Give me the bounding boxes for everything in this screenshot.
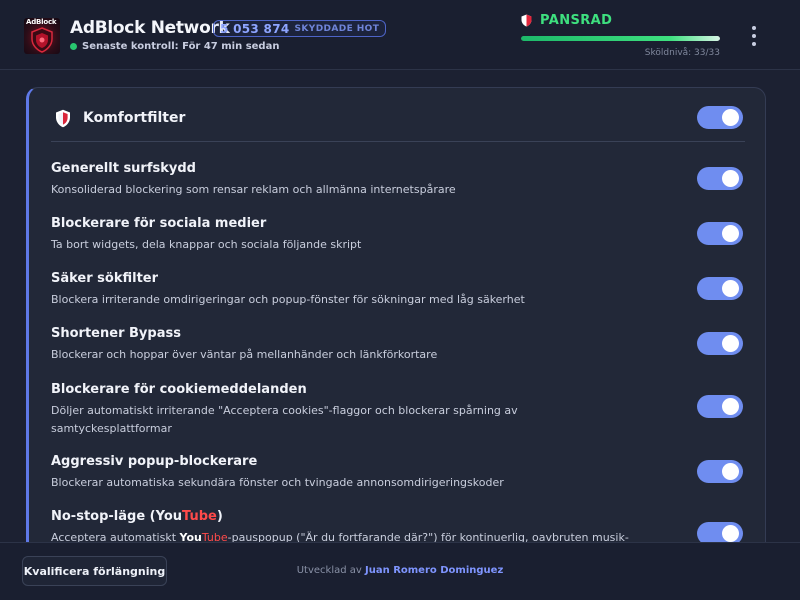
last-check-status: Senaste kontroll: För 47 min sedan	[70, 41, 279, 52]
blocked-count: 5 053 874	[220, 21, 290, 36]
card-header: Komfortfilter	[51, 106, 745, 142]
filter-title: No-stop-läge (YouTube)	[51, 508, 745, 526]
filter-description-prefix: Acceptera automatiskt	[51, 531, 180, 542]
blocked-count-label: SKYDDADE HOT	[294, 23, 380, 34]
logo-text: AdBlock	[26, 18, 57, 26]
toggle-safe-search-filter[interactable]	[697, 277, 743, 300]
toggle-aggressive-popup-blocker[interactable]	[697, 460, 743, 483]
filter-list-scroll-area[interactable]: Komfortfilter Generellt surfskydd Konsol…	[0, 71, 800, 542]
shield-level-fill	[521, 36, 720, 41]
filter-row: Säker sökfilter Blockera irriterande omd…	[51, 270, 745, 309]
filter-title: Blockerare för cookiemeddelanden	[51, 382, 307, 397]
filter-description: Acceptera automatiskt YouTube-pauspopup …	[51, 529, 651, 542]
developer-link[interactable]: Juan Romero Dominguez	[365, 565, 503, 576]
filter-description: Ta bort widgets, dela knappar och social…	[51, 238, 362, 251]
filter-description: Blockerar automatiska sekundära fönster …	[51, 476, 504, 489]
toggle-no-stop-mode[interactable]	[697, 522, 743, 542]
filter-title-prefix: No-stop-läge (You	[51, 509, 183, 524]
last-check-text: Senaste kontroll: För 47 min sedan	[82, 41, 280, 52]
kebab-menu-icon[interactable]	[746, 24, 762, 48]
card-title: Komfortfilter	[83, 110, 186, 126]
logo-shield-icon	[31, 27, 53, 53]
header: AdBlock AdBlock Network 5 053 874 SKYDDA…	[0, 0, 800, 70]
filter-description-brand-you: You	[179, 531, 202, 542]
filter-description-suffix: -pauspopup ("Är du fortfarande där?") fö…	[227, 531, 629, 542]
toggle-social-media-blocker[interactable]	[697, 222, 743, 245]
toggle-comfort-filter[interactable]	[697, 106, 743, 129]
filter-description: Blockera irriterande omdirigeringar och …	[51, 293, 525, 306]
shield-level-bar	[521, 36, 720, 41]
filter-row: Blockerare för cookiemeddelanden Döljer …	[51, 381, 745, 438]
filter-title: Generellt surfskydd	[51, 161, 196, 176]
filter-title: Säker sökfilter	[51, 271, 159, 286]
filter-description: Konsoliderad blockering som rensar rekla…	[51, 183, 456, 196]
filter-title-suffix: )	[216, 509, 223, 524]
filter-description-brand-tube: Tube	[201, 531, 228, 542]
toggle-cookie-notice-blocker[interactable]	[697, 395, 743, 418]
filter-title: Shortener Bypass	[51, 326, 181, 341]
toggle-general-protection[interactable]	[697, 167, 743, 190]
shield-status-label: PANSRAD	[540, 13, 613, 28]
shield-icon	[56, 109, 70, 128]
filter-row: No-stop-läge (YouTube) Acceptera automat…	[51, 508, 745, 542]
app-title: AdBlock Network	[70, 18, 230, 38]
filter-row: Aggressiv popup-blockerare Blockerar aut…	[51, 453, 745, 492]
shield-icon	[521, 14, 532, 27]
status-dot-icon	[70, 43, 77, 50]
filter-title: Aggressiv popup-blockerare	[51, 454, 258, 469]
filter-row: Shortener Bypass Blockerar och hoppar öv…	[51, 325, 745, 364]
shield-status: PANSRAD	[521, 13, 612, 28]
app-logo: AdBlock	[24, 18, 60, 54]
filter-description: Blockerar och hoppar över väntar på mell…	[51, 348, 438, 361]
comfort-filter-card: Komfortfilter Generellt surfskydd Konsol…	[26, 87, 766, 542]
filter-title-brand: Tube	[182, 509, 217, 524]
developer-prefix: Utvecklad av	[296, 565, 362, 576]
filter-title: Blockerare för sociala medier	[51, 216, 267, 231]
filter-row: Blockerare för sociala medier Ta bort wi…	[51, 215, 745, 254]
filter-row: Generellt surfskydd Konsoliderad blocker…	[51, 160, 745, 199]
developer-credit: Utvecklad av Juan Romero Dominguez	[0, 565, 800, 576]
filter-description: Döljer automatiskt irriterande "Accepter…	[51, 404, 518, 435]
blocked-count-badge: 5 053 874 SKYDDADE HOT	[213, 20, 387, 37]
toggle-shortener-bypass[interactable]	[697, 332, 743, 355]
shield-level-text: Sköldnivå: 33/33	[644, 48, 720, 58]
footer: Kvalificera förlängning Utvecklad av Jua…	[0, 542, 800, 600]
